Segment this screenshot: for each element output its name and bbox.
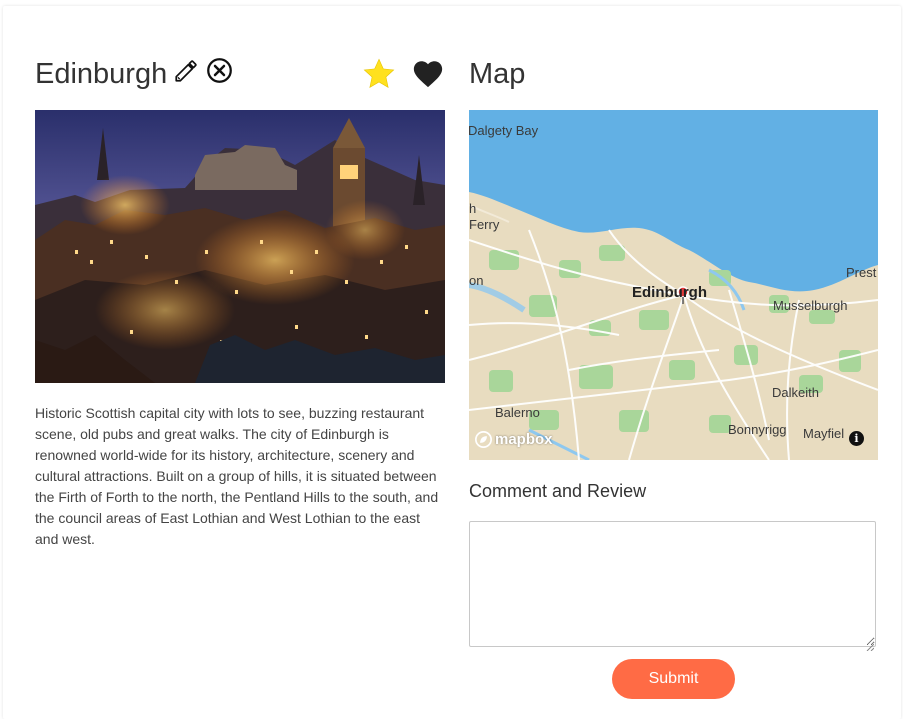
favorite-button[interactable] [361, 56, 397, 92]
map-label: Mayfiel [803, 426, 845, 441]
map-label: Dalgety Bay [469, 123, 539, 138]
edit-button[interactable] [173, 58, 199, 84]
review-label: Comment and Review [469, 481, 647, 501]
page-title: Edinburgh [35, 58, 168, 90]
resize-handle-icon[interactable] [866, 638, 875, 656]
place-photo [35, 110, 445, 383]
mapbox-icon [475, 431, 492, 448]
map-label: on [469, 273, 484, 288]
info-icon[interactable]: i [849, 431, 864, 446]
circle-x-icon [207, 58, 232, 83]
map-view[interactable]: Dalgety Bay h Ferry on Edinburgh Prest M… [469, 110, 878, 460]
map-label-edinburgh: Edinburgh [632, 284, 707, 301]
map-label: Dalkeith [772, 385, 819, 400]
map-label: Prest [846, 265, 877, 280]
review-input[interactable] [469, 521, 876, 647]
like-button[interactable] [411, 57, 445, 91]
star-icon [363, 58, 395, 88]
pencil-icon [175, 60, 197, 82]
map-label: h [469, 201, 477, 216]
map-label: Ferry [469, 217, 500, 232]
heart-icon [413, 61, 443, 88]
mapbox-attribution-text: mapbox [495, 431, 553, 448]
mapbox-logo[interactable]: mapbox [475, 431, 553, 448]
map-label: Musselburgh [773, 298, 848, 313]
submit-button[interactable]: Submit [612, 659, 735, 699]
map-label: Bonnyrigg [728, 422, 787, 437]
place-description: Historic Scottish capital city with lots… [35, 405, 439, 547]
delete-button[interactable] [206, 57, 233, 84]
map-label: Balerno [495, 405, 540, 420]
map-title: Map [469, 58, 526, 90]
